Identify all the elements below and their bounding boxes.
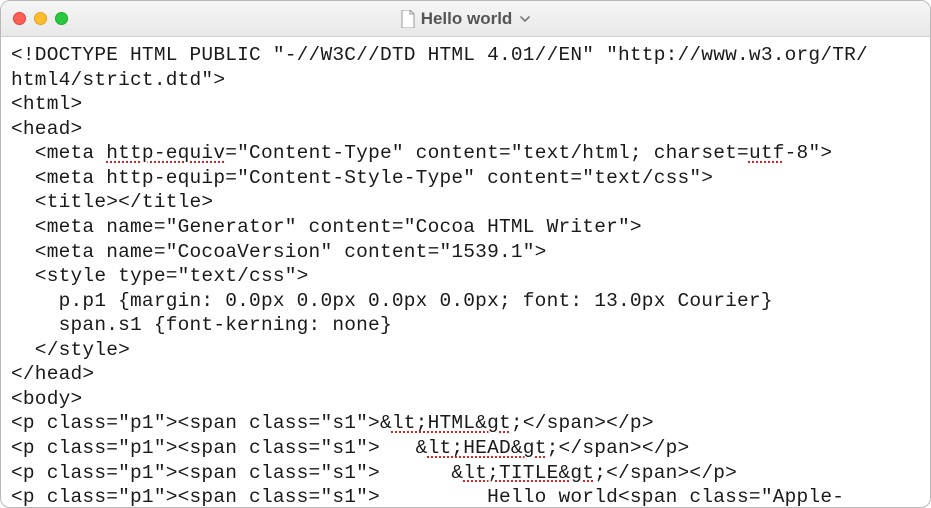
code-line[interactable]: <!DOCTYPE HTML PUBLIC "-//W3C//DTD HTML … [11, 43, 920, 68]
zoom-button[interactable] [55, 12, 68, 25]
traffic-lights [13, 12, 68, 25]
editor-window: Hello world <!DOCTYPE HTML PUBLIC "-//W3… [0, 0, 931, 508]
code-line[interactable]: p.p1 {margin: 0.0px 0.0px 0.0px 0.0px; f… [11, 289, 920, 314]
spellcheck-underline: lt;HEAD&gt [428, 437, 547, 459]
chevron-down-icon[interactable] [520, 12, 530, 26]
code-line[interactable]: html4/strict.dtd"> [11, 68, 920, 93]
code-line[interactable]: <p class="p1"><span class="s1"> Hello wo… [11, 485, 920, 507]
code-line[interactable]: <meta http-equiv="Content-Type" content=… [11, 141, 920, 166]
code-line[interactable]: <meta name="Generator" content="Cocoa HT… [11, 215, 920, 240]
code-line[interactable]: <title></title> [11, 190, 920, 215]
close-button[interactable] [13, 12, 26, 25]
code-line[interactable]: <body> [11, 387, 920, 412]
spellcheck-underline: http-equiv [106, 142, 225, 164]
spellcheck-underline: utf [749, 142, 785, 164]
code-line[interactable]: </head> [11, 362, 920, 387]
titlebar[interactable]: Hello world [1, 1, 930, 37]
code-line[interactable]: <p class="p1"><span class="s1"> &lt;HEAD… [11, 436, 920, 461]
window-title: Hello world [421, 9, 513, 29]
minimize-button[interactable] [34, 12, 47, 25]
code-line[interactable]: <p class="p1"><span class="s1"> &lt;TITL… [11, 461, 920, 486]
document-icon [401, 10, 415, 28]
code-line[interactable]: <style type="text/css"> [11, 264, 920, 289]
code-line[interactable]: <p class="p1"><span class="s1">&lt;HTML&… [11, 411, 920, 436]
title-group: Hello world [1, 9, 930, 29]
spellcheck-underline: lt;HTML&gt [392, 412, 511, 434]
text-editor-area[interactable]: <!DOCTYPE HTML PUBLIC "-//W3C//DTD HTML … [1, 37, 930, 507]
code-line[interactable]: span.s1 {font-kerning: none} [11, 313, 920, 338]
code-line[interactable]: </style> [11, 338, 920, 363]
spellcheck-underline: lt;TITLE&gt [463, 462, 594, 484]
code-line[interactable]: <html> [11, 92, 920, 117]
code-line[interactable]: <meta name="CocoaVersion" content="1539.… [11, 240, 920, 265]
code-line[interactable]: <head> [11, 117, 920, 142]
code-line[interactable]: <meta http-equip="Content-Style-Type" co… [11, 166, 920, 191]
